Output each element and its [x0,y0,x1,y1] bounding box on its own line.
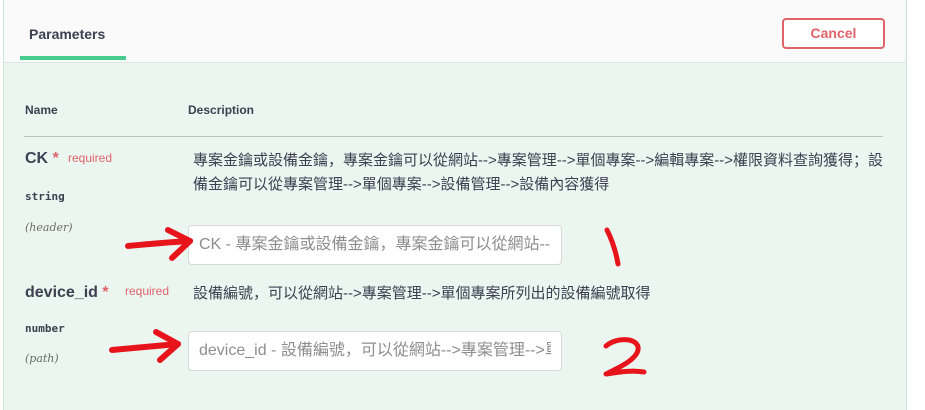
required-marker: * [102,284,109,301]
param-description: 設備編號，可以從網站-->專案管理-->單個專案所列出的設備編號取得 [193,285,651,302]
param-name-device-id: device_id * [25,284,109,302]
annotation-arrow-1-icon [125,227,193,261]
required-marker: * [52,150,59,167]
annotation-mark-2-icon: 2 [603,337,647,377]
column-header-description: Description [188,103,255,117]
required-label: required [68,151,113,165]
param-location: (path) [25,352,59,365]
required-label: required [125,284,170,298]
device-id-input[interactable] [188,331,562,371]
param-name-ck: CK * [25,150,59,168]
param-name-label: device_id [25,284,98,301]
parameters-header: Parameters Cancel [4,0,905,63]
cancel-button[interactable]: Cancel [782,18,885,49]
table-header-divider [24,136,883,137]
ck-input[interactable] [188,225,562,265]
param-type: number [25,322,65,335]
param-description: 專案金鑰或設備金鑰，專案金鑰可以從網站-->專案管理-->單個專案-->編輯專案… [193,152,884,193]
column-header-name: Name [25,103,58,117]
param-type: string [25,190,65,203]
tab-parameters[interactable]: Parameters [20,0,126,62]
tab-parameters-label: Parameters [29,26,106,42]
annotation-mark-1-icon: 1 [604,227,621,267]
tab-active-underline [20,56,126,60]
param-name-label: CK [25,150,49,167]
annotation-arrow-2-icon [109,329,181,363]
param-location: (header) [25,221,73,234]
